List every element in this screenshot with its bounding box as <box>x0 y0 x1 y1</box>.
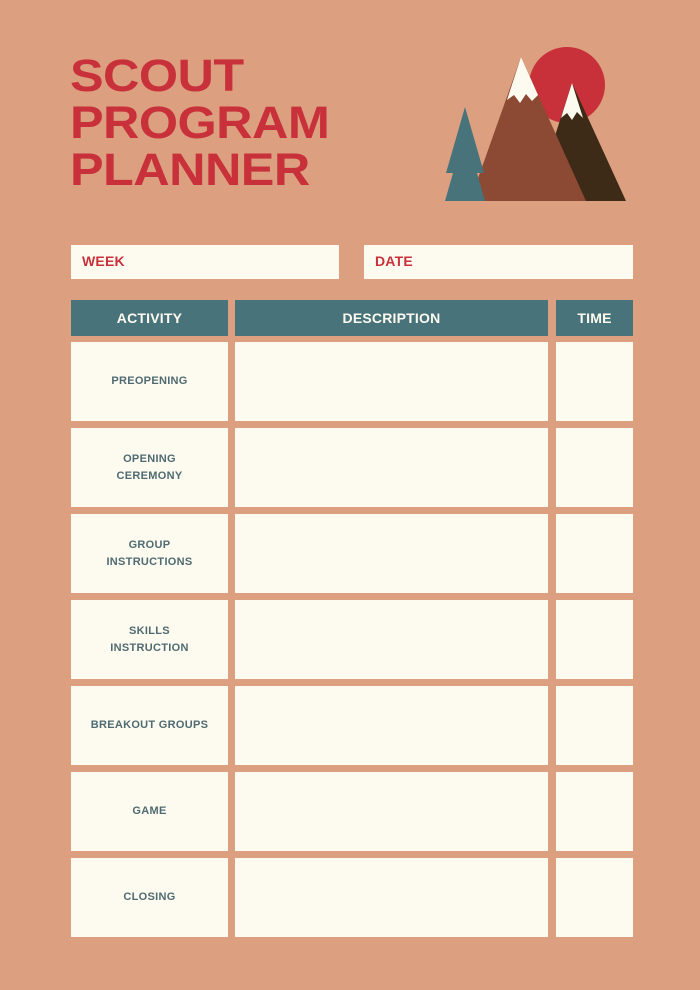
activity-cell: BREAKOUT GROUPS <box>71 686 228 765</box>
description-cell[interactable] <box>235 428 548 507</box>
title-line-1: SCOUT <box>70 50 244 101</box>
description-cell[interactable] <box>235 772 548 851</box>
activity-label: GROUP INSTRUCTIONS <box>106 538 193 568</box>
activity-label: GAME <box>132 805 167 817</box>
activity-label: PREOPENING <box>111 375 188 387</box>
time-cell[interactable] <box>556 514 633 593</box>
activity-cell: PREOPENING <box>71 342 228 421</box>
description-cell[interactable] <box>235 686 548 765</box>
description-cell[interactable] <box>235 600 548 679</box>
header-time: TIME <box>556 300 633 336</box>
header-activity: ACTIVITY <box>71 300 228 336</box>
title-line-2: PROGRAM <box>70 97 330 148</box>
activity-cell: SKILLS INSTRUCTION <box>71 600 228 679</box>
title-line-3: PLANNER <box>70 144 310 195</box>
date-label: DATE <box>375 253 413 269</box>
time-cell[interactable] <box>556 858 633 937</box>
activity-label: CLOSING <box>123 891 176 903</box>
activity-label: BREAKOUT GROUPS <box>90 719 209 731</box>
time-cell[interactable] <box>556 342 633 421</box>
time-cell[interactable] <box>556 686 633 765</box>
time-cell[interactable] <box>556 428 633 507</box>
week-field[interactable]: WEEK <box>71 245 339 279</box>
description-cell[interactable] <box>235 342 548 421</box>
activity-cell: GROUP INSTRUCTIONS <box>71 514 228 593</box>
activity-label: SKILLS INSTRUCTION <box>110 624 189 654</box>
tree-icon <box>445 107 485 201</box>
activity-cell: OPENING CEREMONY <box>71 428 228 507</box>
activity-cell: GAME <box>71 772 228 851</box>
time-cell[interactable] <box>556 772 633 851</box>
description-cell[interactable] <box>235 514 548 593</box>
page-title: SCOUT PROGRAM PLANNER <box>70 50 330 195</box>
date-field[interactable]: DATE <box>364 245 633 279</box>
description-cell[interactable] <box>235 858 548 937</box>
activity-cell: CLOSING <box>71 858 228 937</box>
mountains-sun-tree-icon <box>445 47 626 201</box>
header-description: DESCRIPTION <box>235 300 548 336</box>
week-label: WEEK <box>82 253 125 269</box>
activity-label: OPENING CEREMONY <box>116 452 183 482</box>
time-cell[interactable] <box>556 600 633 679</box>
